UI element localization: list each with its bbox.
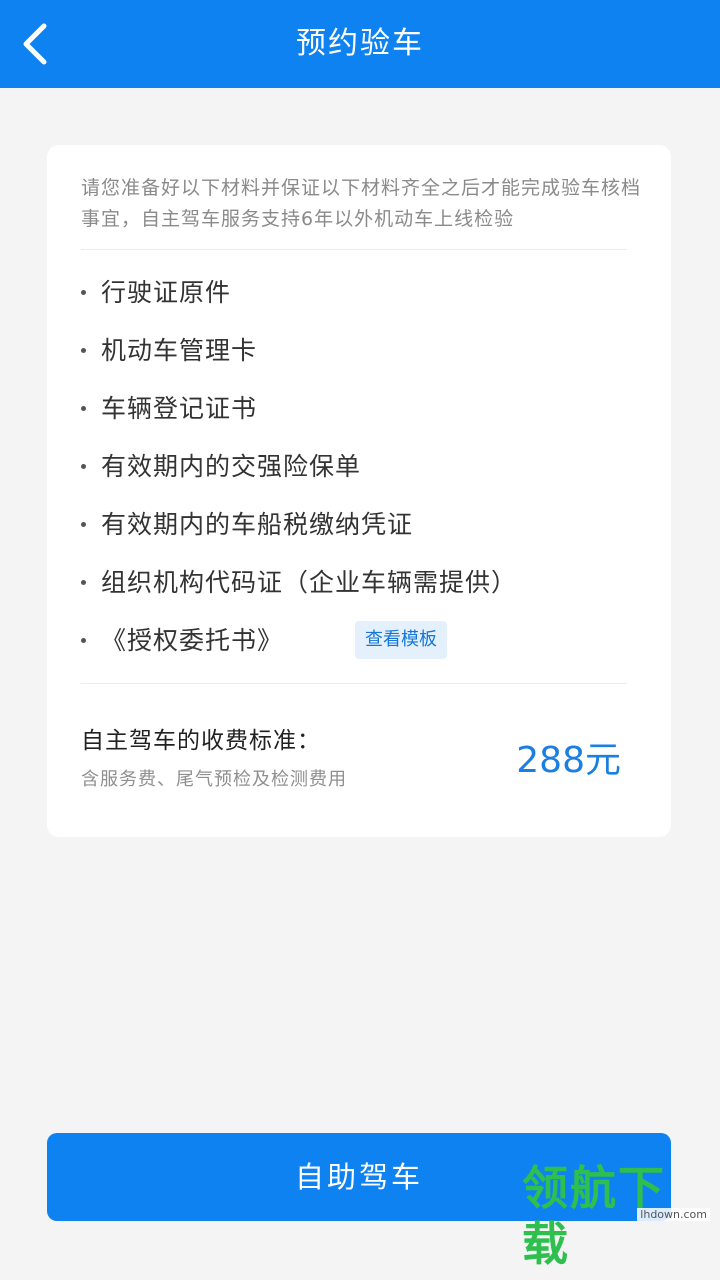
list-item-label: 《授权委托书》 (101, 626, 284, 655)
materials-list: 行驶证原件 机动车管理卡 车辆登记证书 有效期内的交强险保单 有效期内的车船税缴… (81, 271, 517, 677)
view-template-button[interactable]: 查看模板 (355, 621, 448, 659)
list-item: 有效期内的车船税缴纳凭证 (81, 503, 517, 561)
list-item: 有效期内的交强险保单 (81, 445, 517, 503)
list-item-label: 车辆登记证书 (101, 394, 258, 423)
list-item-label: 有效期内的车船税缴纳凭证 (101, 510, 414, 539)
list-item-label: 机动车管理卡 (101, 336, 258, 365)
list-item-label: 组织机构代码证（企业车辆需提供） (101, 568, 518, 597)
bullet-icon (81, 348, 86, 353)
bullet-icon (81, 464, 86, 469)
list-item: 组织机构代码证（企业车辆需提供） (81, 561, 517, 619)
bullet-icon (81, 522, 86, 527)
fee-subtitle: 含服务费、尾气预检及检测费用 (81, 769, 347, 790)
list-item: 《授权委托书》 查看模板 (81, 619, 517, 677)
notice-text: 请您准备好以下材料并保证以下材料齐全之后才能完成验车核档事宜，自主驾车服务支持6… (81, 177, 642, 230)
materials-card: 请您准备好以下材料并保证以下材料齐全之后才能完成验车核档事宜，自主驾车服务支持6… (47, 145, 671, 837)
top-nav-bar: 预约验车 (0, 0, 720, 88)
watermark-url: lhdown.com (637, 1208, 710, 1221)
fee-title: 自主驾车的收费标准： (81, 728, 321, 754)
bullet-icon (81, 638, 86, 643)
list-item-label: 有效期内的交强险保单 (101, 452, 362, 481)
page-title: 预约验车 (296, 26, 424, 61)
list-item: 车辆登记证书 (81, 387, 517, 445)
list-item-label: 行驶证原件 (101, 278, 232, 307)
bullet-icon (81, 290, 86, 295)
divider (81, 683, 627, 684)
list-item: 行驶证原件 (81, 271, 517, 329)
bullet-icon (81, 580, 86, 585)
bullet-icon (81, 406, 86, 411)
divider (81, 249, 627, 250)
fee-price: 288元 (516, 740, 621, 781)
list-item: 机动车管理卡 (81, 329, 517, 387)
watermark-logo: 领航下载 lhdown.com (522, 1161, 712, 1272)
